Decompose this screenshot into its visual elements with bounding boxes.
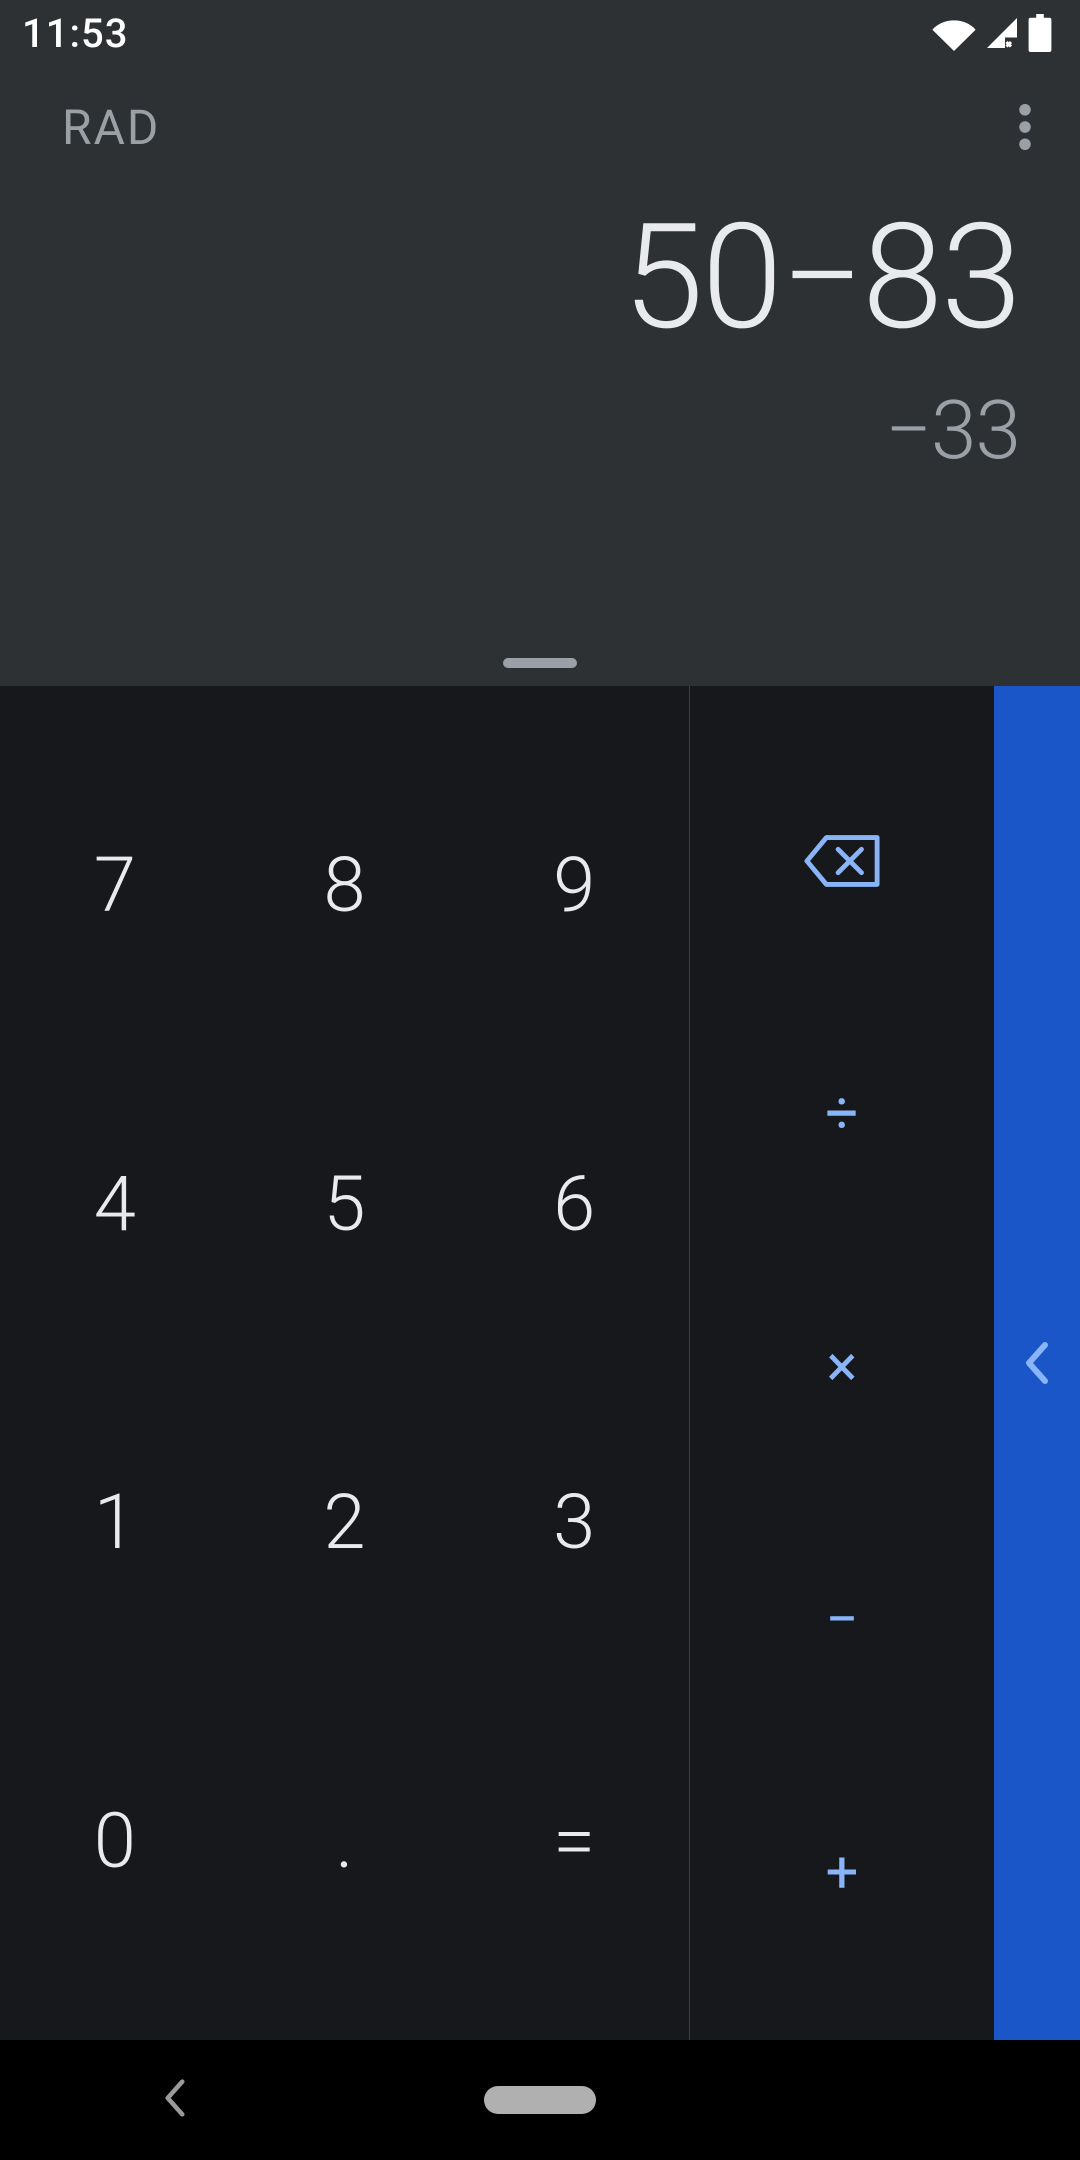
navigation-bar: [0, 2040, 1080, 2160]
result-preview: −33: [60, 383, 1020, 479]
status-time: 11:53: [22, 10, 128, 57]
operator-pad: ÷ × − +: [690, 686, 994, 2040]
nav-back-button[interactable]: [160, 2078, 190, 2122]
angle-mode-indicator[interactable]: RAD: [62, 99, 160, 156]
keypad: 7 8 9 4 5 6 1 2 3 0 . = ÷ × − +: [0, 686, 1080, 2040]
calculator-display: RAD 50−83 −33: [0, 66, 1080, 686]
status-icons: [932, 14, 1052, 52]
key-multiply[interactable]: ×: [690, 1240, 994, 1493]
key-0[interactable]: 0: [0, 1682, 230, 2001]
key-3[interactable]: 3: [459, 1363, 689, 1682]
key-9[interactable]: 9: [459, 726, 689, 1045]
signal-icon: [982, 15, 1022, 51]
key-6[interactable]: 6: [459, 1045, 689, 1364]
chevron-left-icon: [1023, 1341, 1051, 1385]
status-bar: 11:53: [0, 0, 1080, 66]
key-divide[interactable]: ÷: [690, 987, 994, 1240]
key-8[interactable]: 8: [230, 726, 460, 1045]
more-options-button[interactable]: [990, 92, 1060, 162]
key-delete[interactable]: [690, 734, 994, 987]
history-drag-handle[interactable]: [503, 658, 577, 668]
key-2[interactable]: 2: [230, 1363, 460, 1682]
more-vert-icon: [1019, 104, 1031, 150]
nav-home-pill[interactable]: [484, 2086, 596, 2114]
key-4[interactable]: 4: [0, 1045, 230, 1364]
digit-pad: 7 8 9 4 5 6 1 2 3 0 . =: [0, 686, 690, 2040]
advanced-panel-handle[interactable]: [994, 686, 1080, 2040]
expression-text[interactable]: 50−83: [60, 192, 1020, 363]
key-1[interactable]: 1: [0, 1363, 230, 1682]
key-add[interactable]: +: [690, 1747, 994, 2000]
key-decimal[interactable]: .: [230, 1682, 460, 2001]
key-equals[interactable]: =: [459, 1682, 689, 2001]
backspace-icon: [803, 833, 881, 889]
key-5[interactable]: 5: [230, 1045, 460, 1364]
chevron-left-icon: [160, 2078, 190, 2118]
wifi-icon: [932, 15, 976, 51]
key-7[interactable]: 7: [0, 726, 230, 1045]
battery-icon: [1028, 14, 1052, 52]
key-subtract[interactable]: −: [690, 1494, 994, 1747]
